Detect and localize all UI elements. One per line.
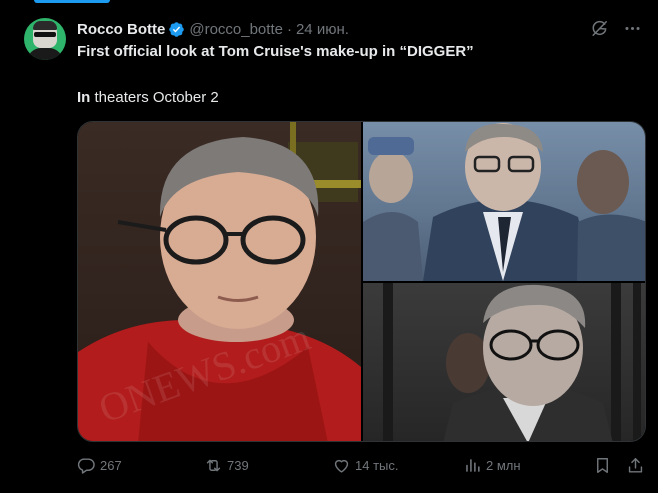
post-date[interactable]: 24 июн.	[296, 21, 349, 38]
like-count: 14 тыс.	[355, 458, 399, 473]
like-icon	[332, 456, 355, 475]
verified-badge-icon[interactable]	[168, 21, 185, 38]
grok-icon[interactable]	[590, 19, 609, 38]
share-icon	[626, 456, 649, 475]
photo-suits-scene[interactable]	[363, 122, 645, 281]
repost-icon	[204, 456, 227, 475]
share-button[interactable]	[626, 456, 649, 475]
repost-button[interactable]: 739	[204, 456, 249, 475]
views-count: 2 млн	[486, 458, 521, 473]
top-indicator-bar	[34, 0, 110, 3]
post-top-actions	[590, 19, 642, 38]
more-icon[interactable]	[623, 19, 642, 38]
repost-count: 739	[227, 458, 249, 473]
post-header: Rocco Botte @rocco_botte · 24 июн.	[77, 19, 349, 39]
bookmark-icon	[593, 456, 616, 475]
photo-glasses-closeup[interactable]	[363, 283, 645, 441]
like-button[interactable]: 14 тыс.	[332, 456, 398, 475]
post-actions-bar: 267 739 14 тыс. 2 млн	[77, 456, 647, 478]
bookmark-button[interactable]	[593, 456, 616, 475]
photo-red-shirt-portrait[interactable]: ONEWS.com	[78, 122, 361, 441]
views-button[interactable]: 2 млн	[463, 456, 521, 475]
separator-dot: ·	[286, 20, 292, 38]
post-text-bold: In	[77, 89, 91, 106]
author-name[interactable]: Rocco Botte	[77, 21, 165, 38]
reply-icon	[77, 456, 100, 475]
post-text-rest: theaters October 2	[90, 89, 219, 106]
reply-button[interactable]: 267	[77, 456, 122, 475]
post-text-line-2: In theaters October 2	[77, 89, 219, 106]
media-grid[interactable]: ONEWS.com	[77, 121, 646, 442]
avatar[interactable]	[24, 18, 66, 60]
views-icon	[463, 456, 486, 475]
author-handle[interactable]: @rocco_botte	[189, 21, 283, 38]
reply-count: 267	[100, 458, 122, 473]
post-text-line-1: First official look at Tom Cruise's make…	[77, 43, 474, 60]
